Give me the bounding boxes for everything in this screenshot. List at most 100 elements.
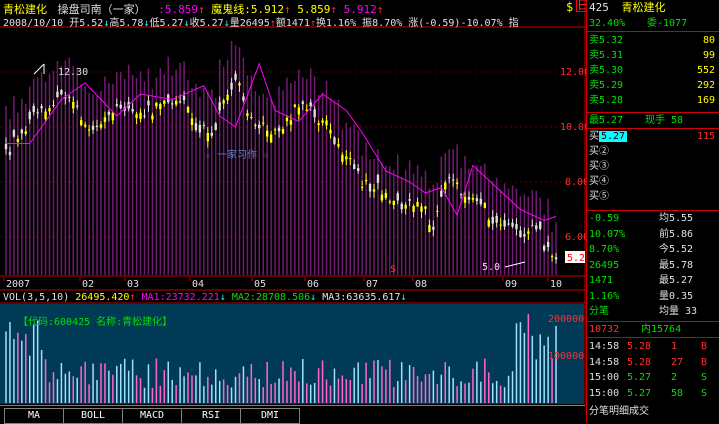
last-trade-row: 最5.27 现手 58 bbox=[589, 114, 719, 127]
candle-body bbox=[491, 216, 494, 224]
candle-body bbox=[289, 120, 293, 125]
candle-body bbox=[16, 138, 20, 142]
candle-body bbox=[471, 197, 475, 200]
indicator-tabs: MA BOLL MACD RSI DMI bbox=[0, 405, 585, 424]
tab-boll[interactable]: BOLL bbox=[63, 408, 123, 424]
candle-body bbox=[20, 129, 24, 134]
vol-axis-label: 200000 bbox=[548, 314, 584, 325]
tab-macd[interactable]: MACD bbox=[122, 408, 182, 424]
stat-right: 均量 33 bbox=[659, 306, 698, 317]
candle-body bbox=[333, 137, 336, 144]
main-chart-svg: 12.00 10.00 8.00 6.00 200000 100000 12.3… bbox=[0, 0, 586, 405]
ask-row: 卖5.30 552 bbox=[589, 64, 719, 77]
tick-volume: 58 bbox=[671, 387, 684, 399]
candle-body bbox=[400, 203, 403, 210]
candle-body bbox=[44, 111, 47, 120]
candle-body bbox=[269, 134, 273, 143]
candle-body bbox=[190, 118, 194, 126]
candle-body bbox=[384, 192, 388, 199]
candle-body bbox=[111, 112, 115, 121]
bid-label-1: 买 bbox=[589, 131, 599, 142]
candle-body bbox=[337, 144, 340, 147]
candle-body bbox=[309, 102, 312, 107]
candle-body bbox=[408, 199, 411, 201]
detail-tabs[interactable]: 分笔明细成交 bbox=[589, 405, 719, 418]
candle-body bbox=[115, 104, 118, 106]
ohlc-amplitude: 振8.70% bbox=[362, 18, 403, 29]
candle-body bbox=[349, 158, 352, 160]
candle-body bbox=[171, 103, 174, 105]
candle-body bbox=[341, 154, 344, 162]
date-axis-label: 06 bbox=[307, 279, 319, 290]
candle-body bbox=[463, 196, 467, 203]
ask-row: 卖5.28 169 bbox=[589, 94, 719, 107]
candle-body bbox=[262, 122, 265, 124]
bid-vol-1: 115 bbox=[697, 131, 716, 142]
bid-row: 买④ bbox=[589, 176, 609, 187]
candle-body bbox=[226, 94, 229, 101]
candle-body bbox=[202, 125, 206, 127]
candle-body bbox=[487, 220, 490, 227]
candle-body bbox=[87, 129, 91, 131]
tab-ma[interactable]: MA bbox=[4, 408, 64, 424]
candle-body bbox=[475, 198, 479, 202]
stat-right: 量0.35 bbox=[659, 290, 694, 302]
ohlc-amount: 额1471 bbox=[275, 18, 310, 29]
ask-row: 卖5.32 80 bbox=[589, 34, 719, 47]
candle-body bbox=[546, 241, 550, 247]
tick-price: 5.27 bbox=[627, 372, 652, 383]
tab-rsi[interactable]: RSI bbox=[181, 408, 241, 424]
candle-body bbox=[151, 115, 154, 120]
candle-body bbox=[36, 112, 39, 114]
candle-body bbox=[254, 124, 257, 126]
ask-price: 卖5.31 bbox=[589, 50, 624, 61]
date-axis-label: 09 bbox=[505, 279, 517, 290]
date-axis-label: 03 bbox=[127, 279, 139, 290]
candle-body bbox=[198, 124, 202, 133]
candle-body bbox=[539, 221, 542, 229]
vol-value: 26495.420 bbox=[75, 292, 130, 303]
candle-body bbox=[321, 120, 324, 123]
candle-body bbox=[155, 102, 158, 107]
high-label: 12.30 bbox=[58, 67, 88, 78]
stat-left: 1.16% bbox=[589, 290, 620, 302]
stat-right: 最5.27 bbox=[659, 275, 694, 286]
candle-body bbox=[139, 112, 142, 119]
candle-body bbox=[329, 129, 332, 134]
candle-body bbox=[234, 73, 237, 80]
candle-body bbox=[186, 106, 190, 113]
candle-body bbox=[182, 95, 186, 101]
volume-header: VOL(3,5,10) 26495.420↑ MA1:23732.221↓ MA… bbox=[3, 292, 407, 303]
ask-volume: 80 bbox=[702, 35, 715, 46]
stat-left: 10.07% bbox=[589, 228, 626, 240]
stock-code: 425 bbox=[589, 1, 609, 14]
ohlc-more: 指 bbox=[508, 18, 519, 29]
candle-body bbox=[527, 231, 530, 234]
sell-marker-icon: $ bbox=[390, 264, 396, 275]
stat-left: -0.59 bbox=[589, 213, 620, 224]
candle-body bbox=[388, 201, 392, 203]
candle-body bbox=[83, 124, 87, 127]
stat-left: 分笔 bbox=[589, 306, 609, 317]
candle-body bbox=[273, 129, 277, 131]
date-axis-label: 05 bbox=[254, 279, 266, 290]
date-axis-label: 04 bbox=[192, 279, 204, 290]
price-axis-label: 12.00 bbox=[560, 67, 586, 78]
candle-body bbox=[40, 106, 43, 109]
candle-body bbox=[32, 105, 35, 113]
tab-dmi[interactable]: DMI bbox=[240, 408, 300, 424]
candle-body bbox=[163, 100, 166, 104]
candle-body bbox=[131, 108, 134, 112]
stat-left: 8.70% bbox=[589, 244, 620, 255]
tick-time: 14:58 bbox=[589, 341, 620, 352]
vol-ma2: MA2:28708.506 bbox=[231, 292, 311, 303]
ohlc-bar: 2008/10/10 开5.52↓高5.78↓低5.27↓收5.27↓量2649… bbox=[3, 18, 519, 29]
vol-ma1: MA1:23732.221 bbox=[141, 292, 220, 303]
ask-volume: 169 bbox=[696, 95, 715, 106]
candle-body bbox=[396, 193, 399, 201]
date-axis-label: 02 bbox=[82, 279, 94, 290]
stat-right: 均5.55 bbox=[659, 213, 694, 224]
dollar-icon[interactable]: $ bbox=[566, 0, 573, 14]
tick-time: 14:58 bbox=[589, 356, 620, 368]
candle-body bbox=[368, 183, 372, 192]
